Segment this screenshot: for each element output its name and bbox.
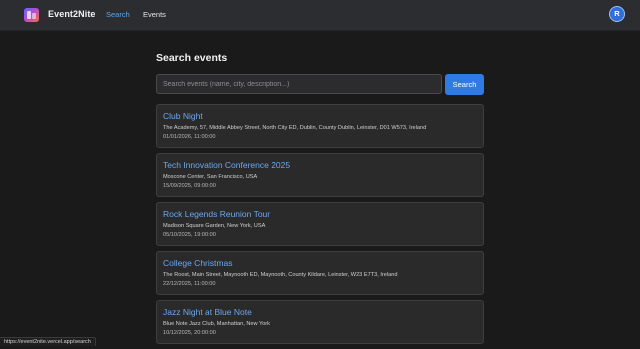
event-results-list: Club Night The Academy, 57, Middle Abbey… [156, 104, 484, 349]
user-avatar[interactable]: R [609, 6, 625, 22]
event-title-link[interactable]: Rock Legends Reunion Tour [163, 209, 270, 219]
event-location: The Roost, Main Street, Maynooth ED, May… [163, 272, 398, 278]
nav-link-search[interactable]: Search [106, 10, 130, 19]
event-title-link[interactable]: Tech Innovation Conference 2025 [163, 160, 290, 170]
search-input[interactable] [156, 74, 442, 94]
event-title-link[interactable]: College Christmas [163, 258, 232, 268]
event-card[interactable]: Rock Legends Reunion Tour Madison Square… [156, 202, 484, 246]
event-title-link[interactable]: Club Night [163, 111, 203, 121]
event-location: Blue Note Jazz Club, Manhattan, New York [163, 321, 270, 327]
event-location: Moscone Center, San Francisco, USA [163, 174, 258, 180]
event-location: The Academy, 57, Middle Abbey Street, No… [163, 125, 427, 131]
event-location: Madison Square Garden, New York, USA [163, 223, 266, 229]
event-title-link[interactable]: Jazz Night at Blue Note [163, 307, 252, 317]
event-datetime: 15/09/2025, 09:00:00 [163, 183, 216, 189]
event-card[interactable]: Club Night The Academy, 57, Middle Abbey… [156, 104, 484, 148]
event-card[interactable]: Jazz Night at Blue Note Blue Note Jazz C… [156, 300, 484, 344]
page-title: Search events [156, 52, 228, 64]
app-logo-icon[interactable] [24, 8, 39, 22]
event-datetime: 22/12/2025, 11:00:00 [163, 281, 216, 287]
search-button[interactable]: Search [445, 74, 484, 95]
brand-name[interactable]: Event2Nite [48, 9, 96, 19]
event-datetime: 10/12/2025, 20:00:00 [163, 330, 216, 336]
event-card[interactable]: Tech Innovation Conference 2025 Moscone … [156, 153, 484, 197]
event-card[interactable]: College Christmas The Roost, Main Street… [156, 251, 484, 295]
event-datetime: 05/10/2025, 19:00:00 [163, 232, 216, 238]
top-navbar: Event2Nite Search Events R [0, 0, 640, 31]
event-datetime: 01/01/2026, 11:00:00 [163, 134, 216, 140]
nav-link-events[interactable]: Events [143, 10, 166, 19]
